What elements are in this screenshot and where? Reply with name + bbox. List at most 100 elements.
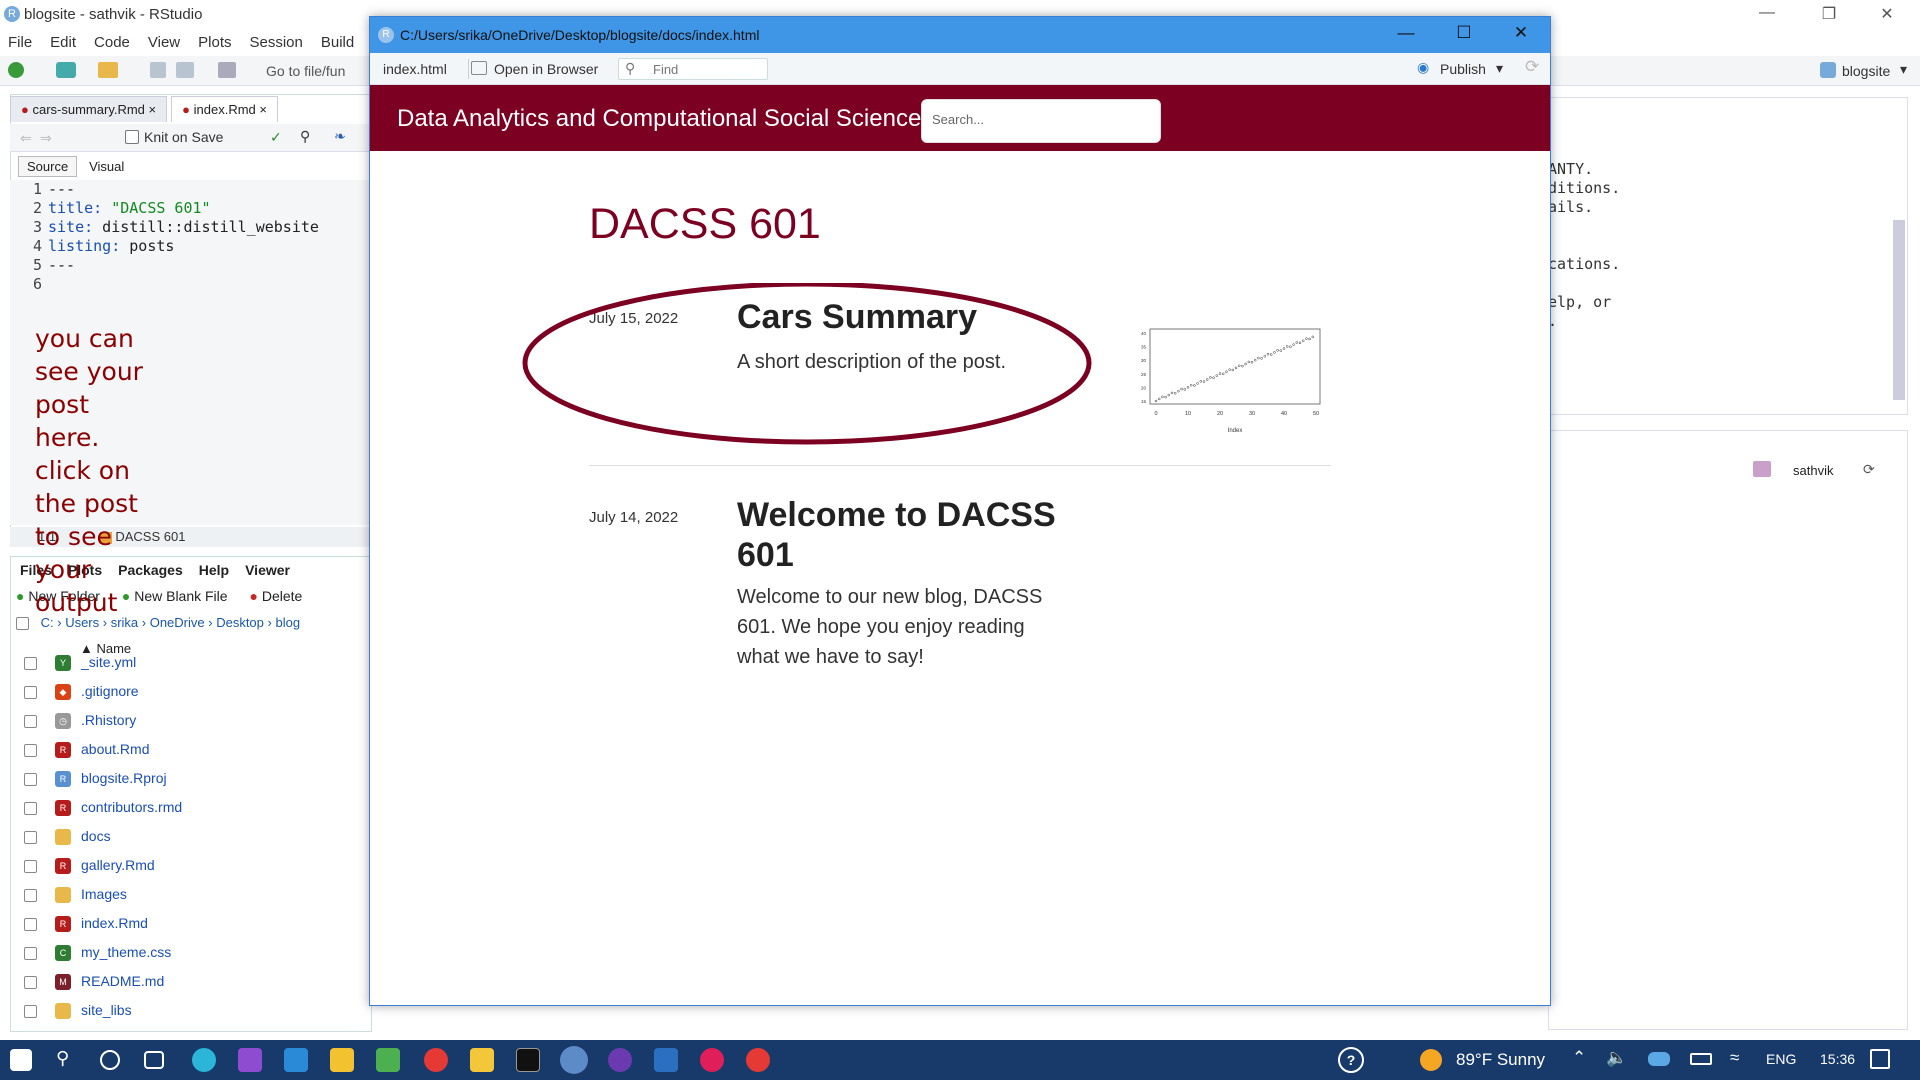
visual-mode-button[interactable]: Visual	[81, 157, 132, 176]
print-icon[interactable]	[218, 62, 236, 78]
volume-icon[interactable]: 🔈	[1606, 1048, 1627, 1068]
weather-text[interactable]: 89°F Sunny	[1456, 1050, 1545, 1070]
slack-icon[interactable]	[700, 1048, 724, 1072]
file-name-link[interactable]: .Rhistory	[81, 712, 136, 728]
select-all-checkbox[interactable]	[16, 617, 29, 631]
tab-viewer[interactable]: Viewer	[237, 558, 298, 582]
save-all-icon[interactable]	[176, 62, 194, 78]
file-checkbox[interactable]	[24, 859, 37, 873]
refresh-icon[interactable]: ⟳	[1525, 57, 1539, 77]
file-name-link[interactable]: .gitignore	[81, 683, 139, 699]
file-name-link[interactable]: about.Rmd	[81, 741, 149, 757]
chevron-down-icon[interactable]: ▾	[1900, 61, 1907, 78]
new-project-icon[interactable]	[56, 62, 76, 78]
cortana-icon[interactable]	[100, 1050, 120, 1070]
file-name-link[interactable]: README.md	[81, 973, 164, 989]
refresh-icon[interactable]: ⟳	[1863, 461, 1875, 478]
restore-button[interactable]: ❐	[1814, 4, 1844, 26]
breadcrumb-item[interactable]: OneDrive	[150, 615, 205, 630]
minimize-button[interactable]: —	[1752, 4, 1782, 26]
publish-button[interactable]: Publish	[1440, 61, 1486, 77]
spellcheck-icon[interactable]: ✓	[270, 129, 282, 146]
chrome-icon[interactable]	[424, 1048, 448, 1072]
file-explorer-icon[interactable]	[470, 1048, 494, 1072]
edge-icon[interactable]	[192, 1048, 216, 1072]
tab-help[interactable]: Help	[191, 558, 237, 582]
menu-session[interactable]: Session	[250, 34, 303, 51]
chrome-icon[interactable]	[746, 1048, 770, 1072]
vscode-icon[interactable]	[284, 1048, 308, 1072]
back-arrow-icon[interactable]: ⇐	[20, 130, 32, 147]
maximize-button[interactable]: ☐	[1449, 23, 1479, 47]
search-icon[interactable]: ⚲	[56, 1048, 80, 1072]
site-search-input[interactable]: Search...	[921, 99, 1161, 143]
post-title-welcome[interactable]: Welcome to DACSS 601	[737, 495, 1077, 575]
menu-build[interactable]: Build	[321, 34, 354, 51]
minimize-button[interactable]: —	[1391, 23, 1421, 47]
file-name-link[interactable]: docs	[81, 828, 111, 844]
file-checkbox[interactable]	[24, 772, 37, 786]
tab-cars-summary[interactable]: ● cars-summary.Rmd ×	[10, 96, 168, 122]
github-icon[interactable]	[608, 1048, 632, 1072]
notifications-icon[interactable]	[1870, 1049, 1890, 1069]
wifi-icon[interactable]: ≈	[1730, 1048, 1739, 1068]
new-file-icon[interactable]	[8, 62, 24, 78]
file-checkbox[interactable]	[24, 917, 37, 931]
file-name-link[interactable]: _site.yml	[81, 654, 136, 670]
user-menu[interactable]: sathvik	[1793, 463, 1833, 478]
knit-on-save-checkbox[interactable]	[125, 130, 139, 144]
file-name-link[interactable]: contributors.rmd	[81, 799, 182, 815]
excel-icon[interactable]	[376, 1048, 400, 1072]
file-checkbox[interactable]	[24, 656, 37, 670]
file-checkbox[interactable]	[24, 946, 37, 960]
file-checkbox[interactable]	[24, 1004, 37, 1018]
file-checkbox[interactable]	[24, 685, 37, 699]
post-thumbnail-plot[interactable]: 0 10 20 30 40 50 15 20 25 30 35 40 Index	[1130, 323, 1325, 438]
file-checkbox[interactable]	[24, 830, 37, 844]
tab-index[interactable]: ● index.Rmd ×	[171, 96, 278, 122]
site-title[interactable]: Data Analytics and Computational Social …	[397, 105, 921, 133]
language-indicator[interactable]: ENG	[1766, 1051, 1796, 1067]
menu-code[interactable]: Code	[94, 34, 130, 51]
chevron-down-icon[interactable]: ▾	[1496, 60, 1503, 77]
menu-view[interactable]: View	[148, 34, 180, 51]
windows-start-icon[interactable]	[10, 1049, 32, 1071]
file-checkbox[interactable]	[24, 714, 37, 728]
clock[interactable]: 15:36	[1820, 1051, 1855, 1067]
open-file-icon[interactable]	[98, 62, 118, 78]
menu-plots[interactable]: Plots	[198, 34, 231, 51]
menu-edit[interactable]: Edit	[50, 34, 76, 51]
find-input[interactable]: ⚲ Find	[618, 58, 768, 80]
task-view-icon[interactable]	[144, 1051, 164, 1069]
open-in-browser-button[interactable]: Open in Browser	[494, 61, 598, 77]
help-icon[interactable]: ?	[1338, 1047, 1364, 1073]
goto-file-input[interactable]: Go to file/fun	[266, 63, 345, 79]
file-name-link[interactable]: index.Rmd	[81, 915, 148, 931]
onedrive-icon[interactable]	[1648, 1052, 1670, 1066]
file-checkbox[interactable]	[24, 975, 37, 989]
file-name-link[interactable]: gallery.Rmd	[81, 857, 155, 873]
file-name-link[interactable]: site_libs	[81, 1002, 132, 1018]
breadcrumb-item[interactable]: blog	[275, 615, 300, 630]
photos-icon[interactable]	[654, 1048, 678, 1072]
knit-icon[interactable]: ❧	[334, 128, 346, 145]
close-icon[interactable]: ×	[259, 102, 267, 117]
menu-file[interactable]: File	[8, 34, 32, 51]
source-mode-button[interactable]: Source	[18, 156, 78, 177]
delete-button[interactable]: Delete	[262, 588, 302, 604]
sticky-notes-icon[interactable]	[330, 1048, 354, 1072]
forward-arrow-icon[interactable]: ⇒	[40, 130, 52, 147]
battery-icon[interactable]	[1690, 1053, 1712, 1065]
file-name-link[interactable]: blogsite.Rproj	[81, 770, 167, 786]
file-name-link[interactable]: my_theme.css	[81, 944, 171, 960]
file-checkbox[interactable]	[24, 888, 37, 902]
console-scrollbar[interactable]	[1893, 220, 1905, 400]
close-button[interactable]: ✕	[1506, 23, 1536, 47]
close-button[interactable]: ✕	[1872, 4, 1902, 26]
project-menu[interactable]: blogsite	[1842, 63, 1890, 79]
visual-studio-icon[interactable]	[238, 1048, 262, 1072]
file-name-link[interactable]: Images	[81, 886, 127, 902]
breadcrumb-item[interactable]: Desktop	[216, 615, 264, 630]
close-icon[interactable]: ×	[149, 102, 157, 117]
chevron-up-icon[interactable]: ⌃	[1572, 1048, 1586, 1068]
